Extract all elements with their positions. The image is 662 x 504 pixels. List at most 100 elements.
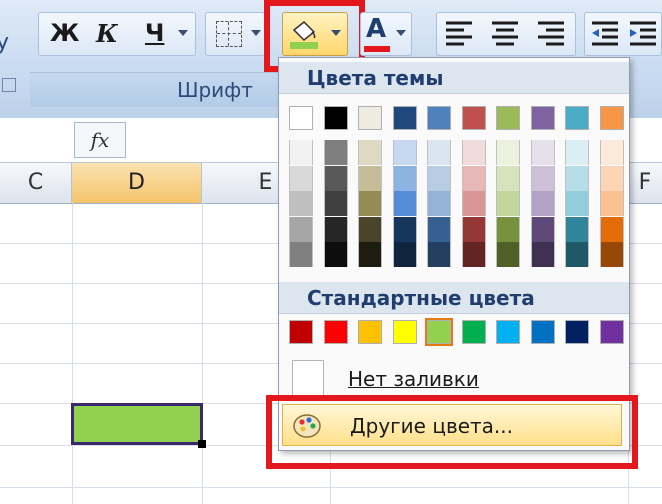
theme-shade-swatch[interactable] [599,165,624,191]
column-header-f[interactable]: F [628,163,662,203]
align-right-icon[interactable] [538,20,564,48]
theme-shade-swatch[interactable] [427,140,451,165]
grid-line [202,203,203,504]
standard-color-swatch[interactable] [289,320,313,344]
bold-button[interactable]: Ж [50,19,79,47]
theme-shade-swatch[interactable] [427,216,451,242]
standard-color-swatch[interactable] [425,318,453,346]
theme-shade-swatch[interactable] [392,216,417,242]
theme-shade-swatch[interactable] [358,242,382,268]
standard-color-swatch[interactable] [530,320,555,344]
theme-color-swatch[interactable] [289,106,313,130]
theme-shade-swatch[interactable] [323,216,348,242]
more-colors-highlight-frame [266,395,638,469]
theme-shade-swatch[interactable] [461,191,486,217]
standard-color-swatch[interactable] [599,320,624,344]
grid-line [72,203,73,504]
theme-shade-swatch[interactable] [323,242,348,268]
font-color-swatch [364,46,390,52]
theme-color-swatch[interactable] [496,106,520,130]
standard-color-swatch[interactable] [358,320,382,344]
underline-button[interactable]: Ч [145,19,164,47]
theme-shade-swatch[interactable] [530,242,555,268]
theme-shade-swatch[interactable] [323,140,348,165]
theme-shade-swatch[interactable] [427,165,451,191]
theme-shade-swatch[interactable] [496,165,520,191]
theme-shade-swatch[interactable] [599,140,624,165]
standard-colors-header: Стандартные цвета [279,282,629,314]
theme-color-swatch[interactable] [565,106,589,130]
theme-shade-swatch[interactable] [530,165,555,191]
align-center-icon[interactable] [492,20,518,48]
theme-shade-swatch[interactable] [427,191,451,217]
theme-shade-swatch[interactable] [358,191,382,217]
theme-shade-swatch[interactable] [427,242,451,268]
standard-color-swatch[interactable] [392,320,417,344]
grid-line [0,487,662,488]
theme-color-swatch[interactable] [530,106,555,130]
font-color-icon: А [366,14,387,44]
theme-shade-swatch[interactable] [323,165,348,191]
theme-shade-swatch[interactable] [565,216,589,242]
decrease-indent-icon[interactable] [592,20,618,48]
theme-shade-swatch[interactable] [599,242,624,268]
theme-color-swatch[interactable] [323,106,348,130]
italic-button[interactable]: К [96,19,118,48]
align-left-icon[interactable] [446,20,472,48]
theme-shade-swatch[interactable] [599,216,624,242]
theme-shade-swatch[interactable] [496,242,520,268]
theme-colors-header: Цвета темы [279,62,629,94]
theme-shade-swatch[interactable] [392,242,417,268]
column-header-d[interactable]: D [72,163,202,203]
borders-icon [216,21,242,47]
theme-shade-swatch[interactable] [530,191,555,217]
theme-color-swatch[interactable] [358,106,382,130]
standard-color-swatch[interactable] [323,320,348,344]
increase-indent-icon[interactable] [630,20,656,48]
font-color-dropdown-icon[interactable] [396,30,406,36]
selected-cell[interactable] [71,403,203,445]
insert-function-button[interactable]: fx [74,122,126,158]
theme-shade-swatch[interactable] [392,165,417,191]
ribbon-left-edge-text: y [0,30,10,55]
theme-shade-swatch[interactable] [565,242,589,268]
standard-color-swatch[interactable] [496,320,520,344]
fill-handle[interactable] [198,440,206,448]
standard-color-swatch[interactable] [565,320,589,344]
theme-color-swatch[interactable] [461,106,486,130]
theme-shade-swatch[interactable] [496,216,520,242]
theme-shade-swatch[interactable] [496,191,520,217]
no-fill-item[interactable]: Нет заливки [348,367,479,391]
theme-shade-swatch[interactable] [358,216,382,242]
theme-shade-swatch[interactable] [461,140,486,165]
theme-shade-swatch[interactable] [358,140,382,165]
theme-shade-swatch[interactable] [565,165,589,191]
theme-shade-swatch[interactable] [565,191,589,217]
theme-shade-swatch[interactable] [461,242,486,268]
borders-dropdown-icon[interactable] [251,30,261,36]
underline-dropdown-icon[interactable] [178,30,188,36]
theme-shade-swatch[interactable] [461,165,486,191]
theme-color-swatch[interactable] [392,106,417,130]
theme-shade-swatch[interactable] [392,140,417,165]
theme-shade-swatch[interactable] [289,191,313,217]
theme-shade-swatch[interactable] [392,191,417,217]
theme-shade-swatch[interactable] [599,191,624,217]
theme-shade-swatch[interactable] [289,216,313,242]
dialog-launcher-icon[interactable] [2,78,16,92]
theme-shade-swatch[interactable] [530,216,555,242]
theme-shade-swatch[interactable] [530,140,555,165]
theme-shade-swatch[interactable] [289,140,313,165]
theme-shade-swatch[interactable] [289,242,313,268]
theme-color-swatch[interactable] [427,106,451,130]
theme-shade-swatch[interactable] [565,140,589,165]
theme-shade-swatch[interactable] [289,165,313,191]
theme-shade-swatch[interactable] [323,191,348,217]
theme-color-swatch[interactable] [599,106,624,130]
theme-shade-swatch[interactable] [358,165,382,191]
theme-shade-swatch[interactable] [461,216,486,242]
column-header-c[interactable]: C [0,163,72,203]
theme-shade-swatch[interactable] [496,140,520,165]
no-fill-label: Нет заливки [348,367,479,391]
standard-color-swatch[interactable] [461,320,486,344]
